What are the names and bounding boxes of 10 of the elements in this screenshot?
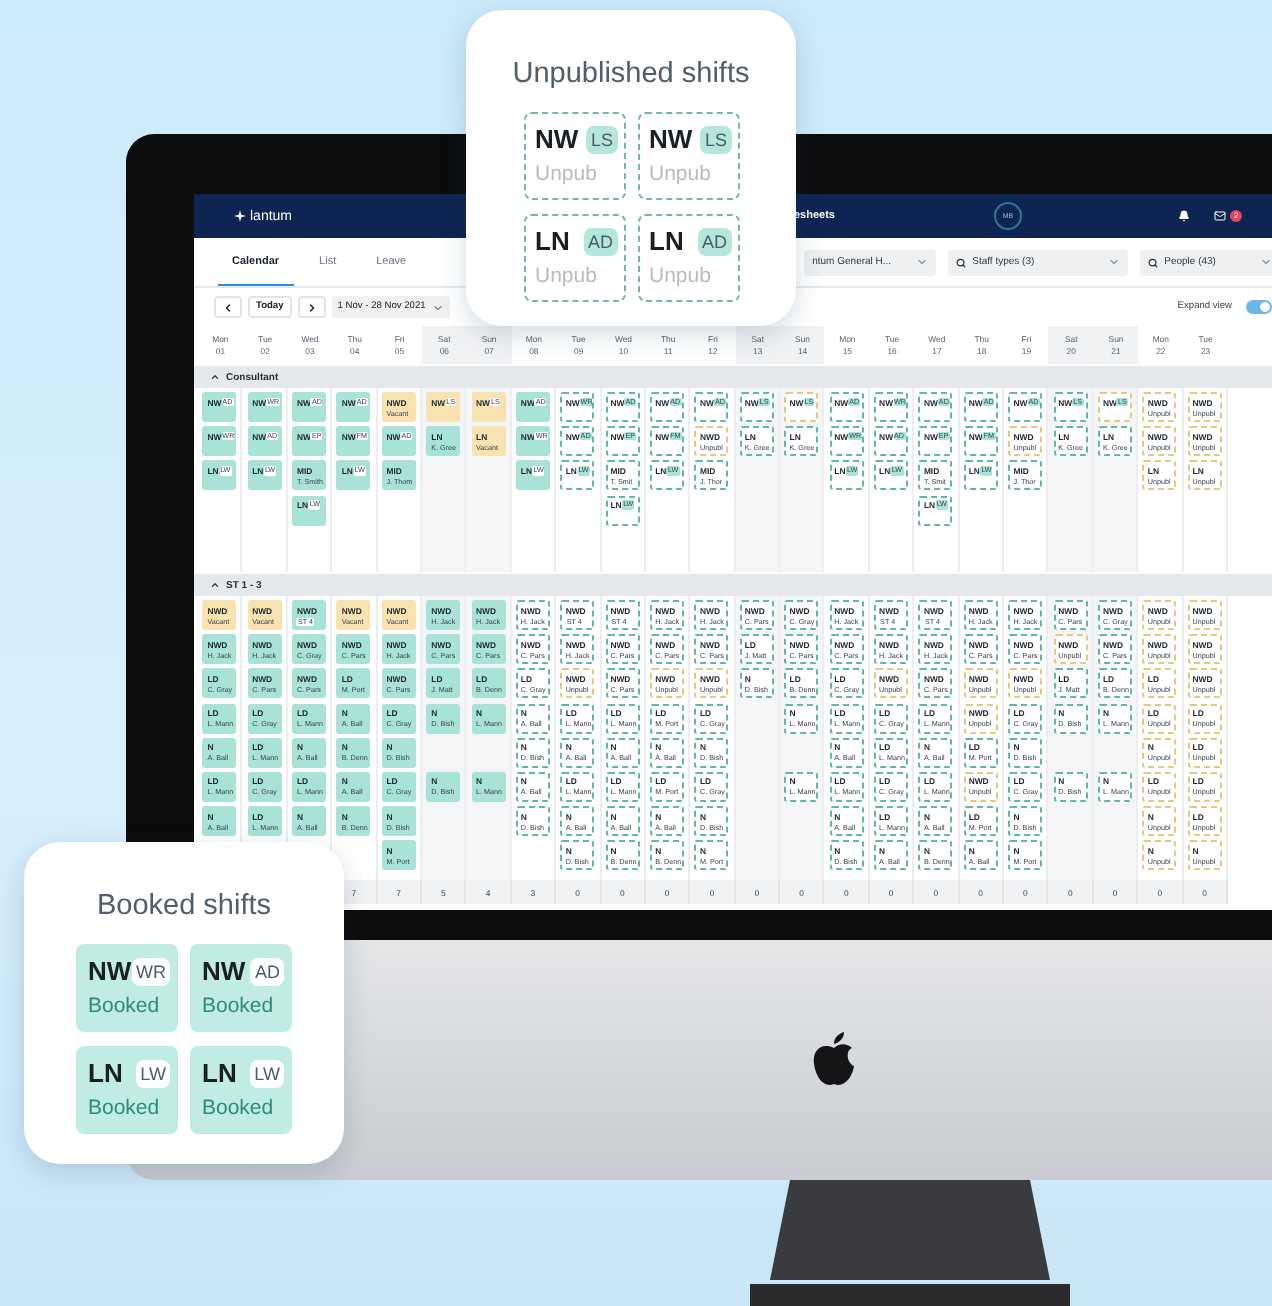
shift-card: LN AD Unpub <box>637 214 739 302</box>
shift-card: NW LS Unpub <box>637 112 739 200</box>
shift-card: NW WR Booked <box>76 944 178 1032</box>
card-title: Booked shifts <box>96 890 272 922</box>
shift-card: LN AD Unpub <box>523 214 625 302</box>
card-title: Unpublished shifts <box>512 58 750 90</box>
shift-card: LN LW Booked <box>76 1046 178 1134</box>
shift-card: NW AD Booked <box>190 944 292 1032</box>
shift-card: LN LW Booked <box>190 1046 292 1134</box>
shift-card: NW LS Unpub <box>523 112 625 200</box>
